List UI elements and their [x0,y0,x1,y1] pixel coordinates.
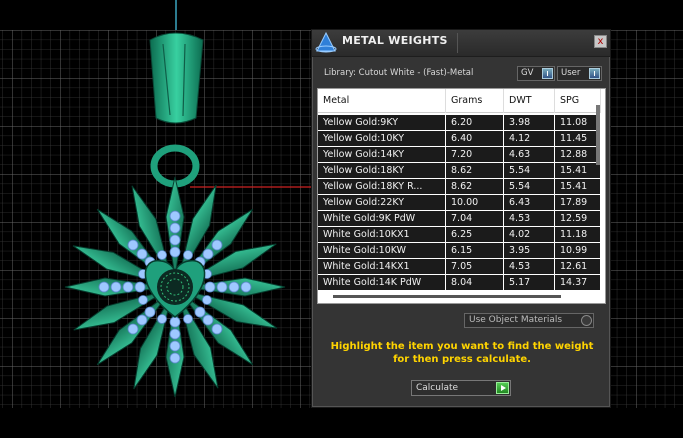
table-cell: 6.20 [446,115,504,130]
metal-weights-dialog: METAL WEIGHTS x Library: Cutout White - … [311,29,611,408]
table-cell: 10.00 [446,195,504,210]
table-row[interactable]: White Gold:10KW 6.15 3.95 10.99 [318,243,601,258]
table-row[interactable]: Yellow Gold:9KY 6.20 3.98 11.08 [318,115,601,130]
horizontal-scrollbar[interactable] [333,295,561,298]
table-cell: 11.18 [555,227,601,242]
table-cell: Yellow Gold:9KY [318,115,446,130]
table-cell: White Gold:14KX1 [318,259,446,274]
column-header-grams[interactable]: Grams [446,89,504,113]
table-row[interactable]: White Gold:14KX1 7.05 4.53 12.61 [318,259,601,274]
table-cell: 8.62 [446,179,504,194]
dialog-title: METAL WEIGHTS [342,34,448,47]
toggle-switch-icon[interactable] [542,68,553,79]
table-row[interactable]: White Gold:14K PdW 8.04 5.17 14.37 [318,275,601,290]
table-cell: 14.37 [555,275,601,290]
calculate-button[interactable]: Calculate [411,380,511,396]
table-cell: 4.02 [504,227,555,242]
column-header-metal[interactable]: Metal [318,89,446,113]
table-row[interactable]: Yellow Gold:18KY R... 8.62 5.54 15.41 [318,179,601,194]
table-cell: 12.88 [555,147,601,162]
table-cell: 12.59 [555,211,601,226]
dialog-titlebar[interactable]: METAL WEIGHTS x [312,30,610,57]
table-cell: Yellow Gold:22KY [318,195,446,210]
table-cell: 6.25 [446,227,504,242]
column-header-dwt[interactable]: DWT [504,89,555,113]
gv-toggle-label: GV [521,68,534,78]
app-logo-icon [315,31,337,53]
table-cell: White Gold:10KW [318,243,446,258]
table-row[interactable]: White Gold:9K PdW 7.04 4.53 12.59 [318,211,601,226]
table-cell: 7.05 [446,259,504,274]
use-object-materials-label: Use Object Materials [469,315,563,325]
dropdown-icon[interactable] [581,315,592,326]
table-cell: 6.43 [504,195,555,210]
table-row[interactable]: Yellow Gold:10KY 6.40 4.12 11.45 [318,131,601,146]
title-separator [457,33,458,53]
user-toggle[interactable]: User [557,66,602,81]
table-cell: 12.61 [555,259,601,274]
table-cell: 4.53 [504,259,555,274]
table-cell: 15.41 [555,163,601,178]
table-cell: Yellow Gold:10KY [318,131,446,146]
table-row[interactable]: Yellow Gold:18KY 8.62 5.54 15.41 [318,163,601,178]
toggle-switch-icon[interactable] [589,68,600,79]
table-cell: White Gold:14K PdW [318,275,446,290]
table-cell: 7.20 [446,147,504,162]
table-cell: 8.04 [446,275,504,290]
table-cell: 11.08 [555,115,601,130]
table-cell: 10.99 [555,243,601,258]
table-cell: 4.53 [504,211,555,226]
library-label: Library: Cutout White - (Fast)-Metal [324,68,474,78]
table-cell: 7.04 [446,211,504,226]
table-cell: 8.62 [446,163,504,178]
column-header-spg[interactable]: SPG [555,89,601,113]
instruction-text: Highlight the item you want to find the … [330,341,594,365]
table-cell: 6.40 [446,131,504,146]
user-toggle-label: User [561,68,581,78]
use-object-materials-dropdown[interactable]: Use Object Materials [464,313,594,328]
table-cell: 4.63 [504,147,555,162]
vertical-scrollbar[interactable] [596,105,600,165]
table-cell: 6.15 [446,243,504,258]
table-cell: 5.17 [504,275,555,290]
table-cell: Yellow Gold:18KY [318,163,446,178]
table-row[interactable]: Yellow Gold:22KY 10.00 6.43 17.89 [318,195,601,210]
table-header: Metal Grams DWT SPG [318,89,601,113]
table-cell: 15.41 [555,179,601,194]
table-cell: 4.12 [504,131,555,146]
table-cell: White Gold:10KX1 [318,227,446,242]
table-row[interactable]: Yellow Gold:14KY 7.20 4.63 12.88 [318,147,601,162]
calculate-label: Calculate [416,383,459,393]
table-cell: 17.89 [555,195,601,210]
table-cell: 11.45 [555,131,601,146]
table-cell: 3.95 [504,243,555,258]
table-cell: Yellow Gold:14KY [318,147,446,162]
table-cell: 3.98 [504,115,555,130]
table-cell: Yellow Gold:18KY R... [318,179,446,194]
gv-toggle[interactable]: GV [517,66,555,81]
play-icon[interactable] [496,382,509,394]
table-row[interactable]: White Gold:10KX1 6.25 4.02 11.18 [318,227,601,242]
table-cell: 5.54 [504,163,555,178]
table-cell: White Gold:9K PdW [318,211,446,226]
close-button[interactable]: x [594,35,607,48]
metal-table[interactable]: Metal Grams DWT SPG Yellow Gold:9KY 6.20 3… [317,88,606,304]
table-cell: 5.54 [504,179,555,194]
